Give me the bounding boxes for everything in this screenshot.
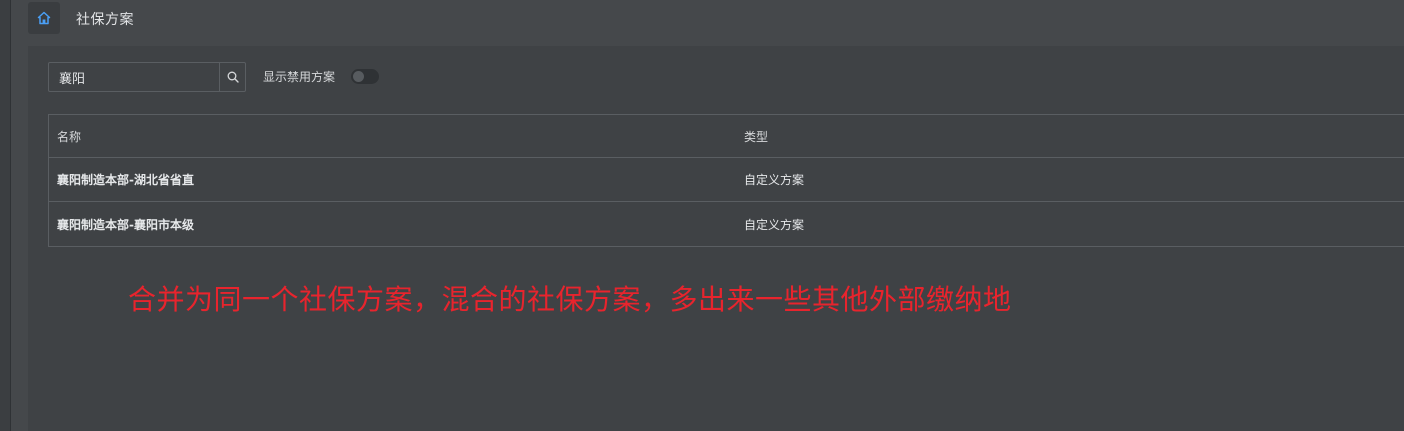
row-type-cell: 自定义方案	[744, 217, 805, 232]
left-gutter	[11, 0, 28, 431]
row-name-cell: 襄阳制造本部-湖北省省直	[57, 173, 194, 187]
left-rail	[0, 0, 11, 431]
column-header-name[interactable]: 名称	[57, 115, 81, 157]
search-button[interactable]	[219, 63, 245, 91]
home-button[interactable]	[28, 2, 60, 34]
table-row[interactable]: 襄阳制造本部-襄阳市本级 自定义方案	[49, 202, 1404, 246]
row-name-cell: 襄阳制造本部-襄阳市本级	[57, 217, 194, 232]
search-icon	[227, 71, 239, 83]
show-disabled-label: 显示禁用方案	[263, 70, 336, 84]
table-row[interactable]: 襄阳制造本部-湖北省省直 自定义方案	[49, 158, 1404, 202]
header-spacer	[28, 36, 1404, 46]
table-body: 襄阳制造本部-湖北省省直 自定义方案 襄阳制造本部-襄阳市本级 自定义方案	[49, 158, 1404, 246]
top-bar	[28, 0, 1404, 36]
annotation-note: 合并为同一个社保方案，混合的社保方案，多出来一些其他外部缴纳地	[128, 283, 1012, 316]
row-type-cell: 自定义方案	[744, 173, 805, 187]
show-disabled-toggle[interactable]	[351, 69, 379, 84]
search-field[interactable]	[48, 62, 246, 92]
table-header-row: 名称 类型	[49, 115, 1404, 158]
page-title: 社保方案	[76, 12, 134, 28]
search-input[interactable]	[49, 63, 219, 91]
scheme-table: 名称 类型 襄阳制造本部-湖北省省直 自定义方案 襄阳制造本部-襄阳市本级 自定…	[48, 114, 1404, 247]
toggle-knob	[353, 71, 364, 82]
column-header-type[interactable]: 类型	[744, 115, 768, 157]
home-icon	[37, 11, 51, 25]
